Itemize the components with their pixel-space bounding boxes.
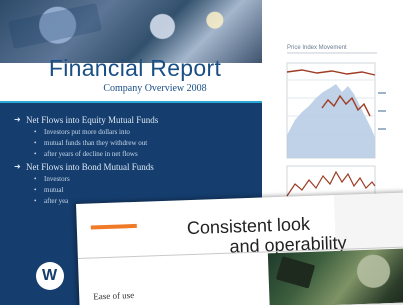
slide-bullet-sub: Investors put more dollars into [14,127,254,138]
slide-bullet-list: Net Flows into Equity Mutual Funds Inves… [14,113,254,207]
slide-bullet-main: Net Flows into Bond Mutual Funds [14,160,254,174]
slide-subtitle: Company Overview 2008 [103,83,207,94]
slide-bullet-sub: after years of decline in net flows [14,149,254,160]
chart-graphic [286,52,386,207]
slide-title: Financial Report [48,55,222,81]
slide-bullet-sub: mutual funds than they withdrew out [14,138,254,149]
w-logo-icon [36,262,64,290]
card-side-text: Ease of use [93,290,135,302]
axis-tick [378,92,386,94]
slide-bullet-sub: Investors [14,174,254,185]
composite-screenshot: Financial Report Company Overview 2008 N… [0,0,403,305]
slide-bullet-sub: mutual [14,185,254,196]
chart-slide: Price Index Movement [262,0,403,220]
banknotes-photo [0,0,262,63]
front-card: Consistent look and operability Ease of … [76,192,403,305]
axis-tick [378,128,386,130]
card-photo [267,248,403,305]
slide-bullet-main: Net Flows into Equity Mutual Funds [14,113,254,127]
axis-tick [378,110,386,112]
